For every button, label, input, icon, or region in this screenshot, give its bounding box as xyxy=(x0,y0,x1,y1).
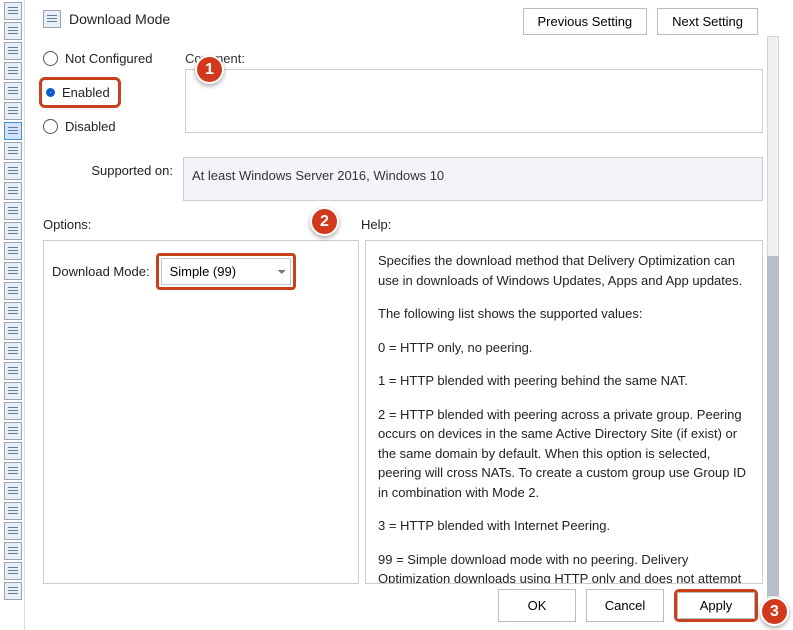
tree-item[interactable] xyxy=(4,282,22,300)
radio-enabled[interactable]: Enabled xyxy=(42,80,110,105)
previous-setting-button[interactable]: Previous Setting xyxy=(523,8,648,35)
tree-item[interactable] xyxy=(4,242,22,260)
help-text: 0 = HTTP only, no peering. xyxy=(378,338,750,358)
help-text: 1 = HTTP blended with peering behind the… xyxy=(378,371,750,391)
ok-button[interactable]: OK xyxy=(498,589,576,622)
supported-on-label: Supported on: xyxy=(43,157,173,178)
options-section-label: Options: xyxy=(43,217,361,232)
page-title: Download Mode xyxy=(69,11,170,27)
policy-icon xyxy=(43,10,61,28)
tree-item[interactable] xyxy=(4,262,22,280)
help-text: The following list shows the supported v… xyxy=(378,304,750,324)
tree-item[interactable] xyxy=(4,362,22,380)
tree-item[interactable] xyxy=(4,162,22,180)
download-mode-label: Download Mode: xyxy=(52,264,150,279)
scrollbar-thumb[interactable] xyxy=(767,256,779,596)
help-text: 2 = HTTP blended with peering across a p… xyxy=(378,405,750,503)
tree-item[interactable] xyxy=(4,142,22,160)
help-text: 3 = HTTP blended with Internet Peering. xyxy=(378,516,750,536)
radio-label: Disabled xyxy=(65,119,116,134)
help-text: 99 = Simple download mode with no peerin… xyxy=(378,550,750,585)
tree-item[interactable] xyxy=(4,302,22,320)
radio-icon xyxy=(43,119,58,134)
options-panel: Download Mode: Simple (99) xyxy=(43,240,359,584)
supported-on-value: At least Windows Server 2016, Windows 10 xyxy=(183,157,763,201)
radio-icon-selected xyxy=(46,88,55,97)
tree-item[interactable] xyxy=(4,22,22,40)
tree-item[interactable] xyxy=(4,542,22,560)
comment-label: Comment: xyxy=(185,51,763,66)
help-panel: Specifies the download method that Deliv… xyxy=(365,240,763,584)
tree-item[interactable] xyxy=(4,382,22,400)
tree-item[interactable] xyxy=(4,402,22,420)
radio-not-configured[interactable]: Not Configured xyxy=(43,51,173,66)
help-text: Specifies the download method that Deliv… xyxy=(378,251,750,290)
tree-item-selected[interactable] xyxy=(4,122,22,140)
tree-item[interactable] xyxy=(4,222,22,240)
tree-item[interactable] xyxy=(4,342,22,360)
tree-item[interactable] xyxy=(4,42,22,60)
tree-item[interactable] xyxy=(4,422,22,440)
radio-disabled[interactable]: Disabled xyxy=(43,119,173,134)
scrollbar[interactable] xyxy=(767,36,779,616)
tree-rail xyxy=(0,0,25,630)
download-mode-select[interactable]: Simple (99) xyxy=(161,258,291,285)
tree-item[interactable] xyxy=(4,502,22,520)
comment-input[interactable] xyxy=(185,69,763,133)
help-section-label: Help: xyxy=(361,217,763,232)
tree-item[interactable] xyxy=(4,202,22,220)
tree-item[interactable] xyxy=(4,2,22,20)
tree-item[interactable] xyxy=(4,82,22,100)
tree-item[interactable] xyxy=(4,102,22,120)
tree-item[interactable] xyxy=(4,562,22,580)
tree-item[interactable] xyxy=(4,62,22,80)
tree-item[interactable] xyxy=(4,442,22,460)
tree-item[interactable] xyxy=(4,182,22,200)
radio-icon xyxy=(43,51,58,66)
cancel-button[interactable]: Cancel xyxy=(586,589,664,622)
apply-button[interactable]: Apply xyxy=(677,592,755,619)
tree-item[interactable] xyxy=(4,522,22,540)
radio-label: Enabled xyxy=(62,85,110,100)
next-setting-button[interactable]: Next Setting xyxy=(657,8,758,35)
tree-item[interactable] xyxy=(4,482,22,500)
tree-item[interactable] xyxy=(4,582,22,600)
radio-label: Not Configured xyxy=(65,51,152,66)
tree-item[interactable] xyxy=(4,462,22,480)
tree-item[interactable] xyxy=(4,322,22,340)
